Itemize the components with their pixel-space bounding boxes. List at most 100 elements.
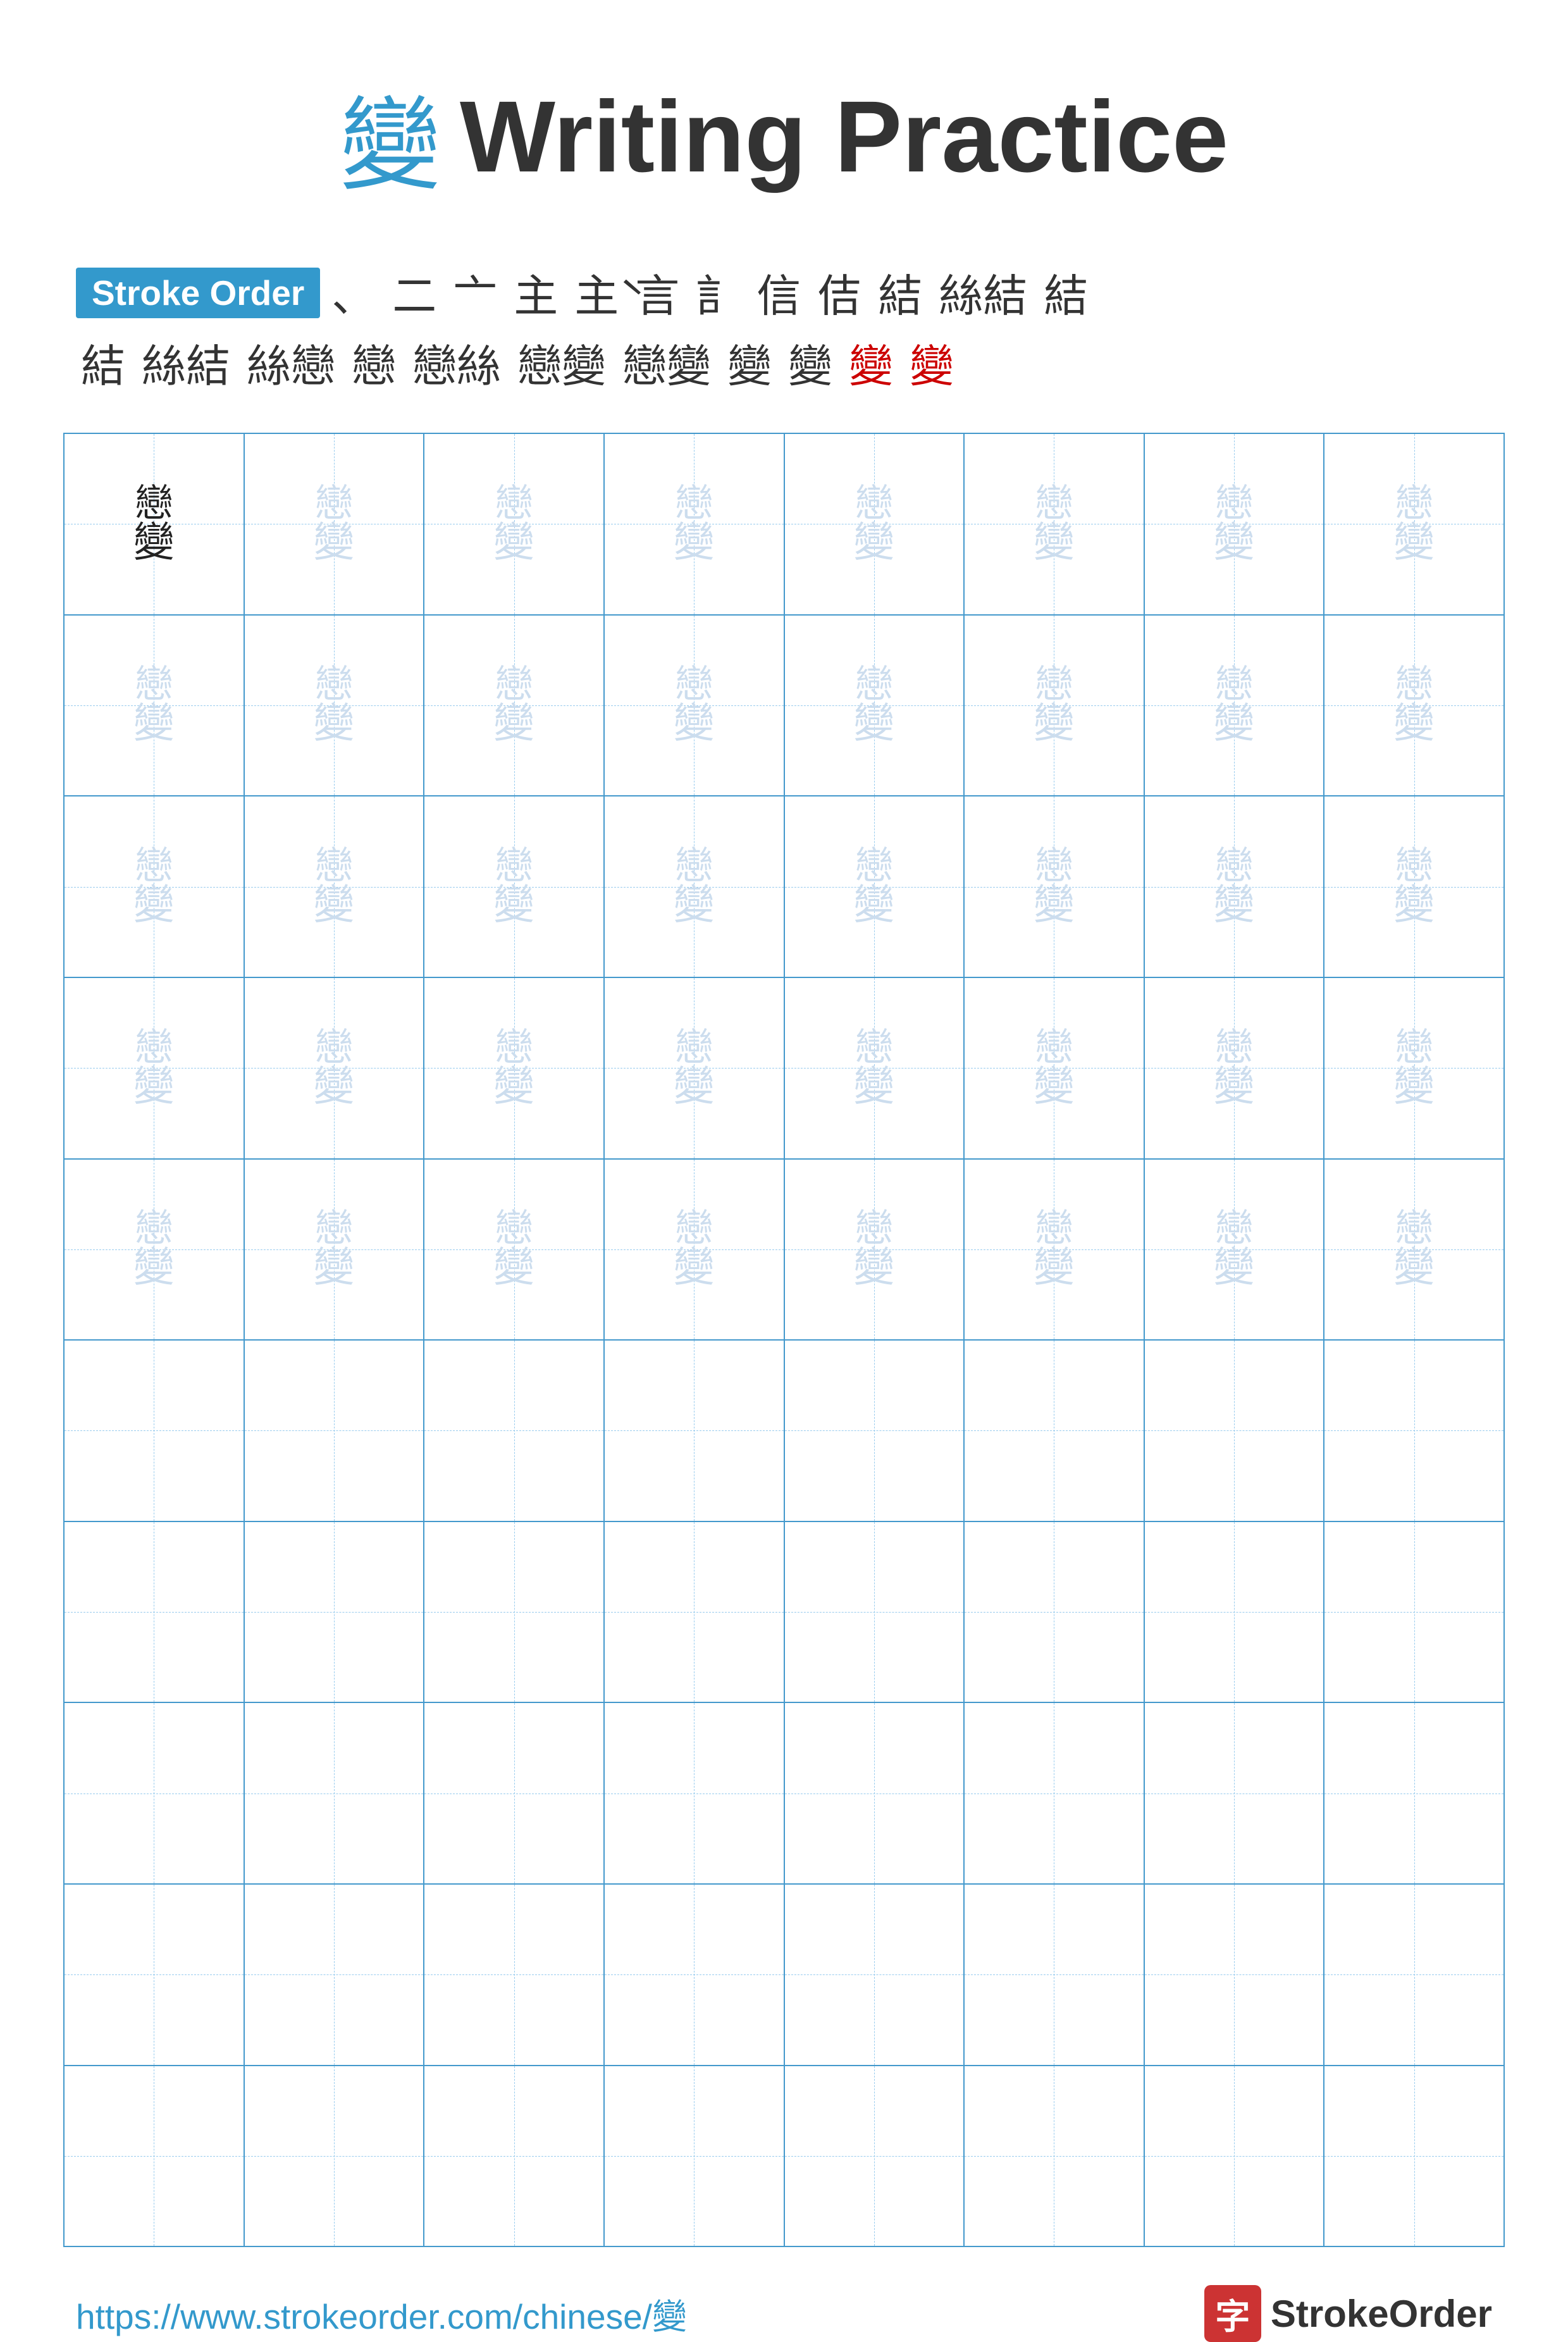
grid-cell-8-6[interactable] xyxy=(965,1703,1145,1883)
grid-cell-1-8[interactable]: 戀 變 xyxy=(1324,434,1503,614)
grid-cell-3-5[interactable]: 戀 變 xyxy=(785,796,965,977)
footer-url[interactable]: https://www.strokeorder.com/chinese/變 xyxy=(76,2288,687,2339)
grid-cell-2-3[interactable]: 戀 變 xyxy=(424,616,605,796)
stroke-14: 絲結 xyxy=(142,331,230,395)
grid-cell-5-2[interactable]: 戀 變 xyxy=(245,1160,425,1340)
grid-cell-8-2[interactable] xyxy=(245,1703,425,1883)
grid-cell-2-6[interactable]: 戀 變 xyxy=(965,616,1145,796)
grid-cell-7-1[interactable] xyxy=(65,1522,245,1702)
cell-bottom-char: 變 xyxy=(1034,523,1075,564)
grid-row-2: 戀 變 戀 變 戀 變 戀 變 xyxy=(65,616,1503,797)
grid-cell-6-4[interactable] xyxy=(605,1341,785,1521)
grid-cell-4-5[interactable]: 戀 變 xyxy=(785,978,965,1158)
grid-cell-4-3[interactable]: 戀 變 xyxy=(424,978,605,1158)
grid-cell-7-3[interactable] xyxy=(424,1522,605,1702)
grid-cell-6-8[interactable] xyxy=(1324,1341,1503,1521)
grid-cell-1-3[interactable]: 戀 變 xyxy=(424,434,605,614)
grid-cell-4-4[interactable]: 戀 變 xyxy=(605,978,785,1158)
stroke-4: 主 xyxy=(514,261,558,325)
grid-cell-6-3[interactable] xyxy=(424,1341,605,1521)
grid-cell-4-1[interactable]: 戀 變 xyxy=(65,978,245,1158)
grid-cell-2-2[interactable]: 戀 變 xyxy=(245,616,425,796)
grid-cell-7-6[interactable] xyxy=(965,1522,1145,1702)
grid-cell-1-4[interactable]: 戀 變 xyxy=(605,434,785,614)
grid-cell-7-4[interactable] xyxy=(605,1522,785,1702)
grid-cell-3-1[interactable]: 戀 變 xyxy=(65,796,245,977)
cell-top-char: 戀 xyxy=(315,485,353,523)
grid-cell-2-5[interactable]: 戀 變 xyxy=(785,616,965,796)
cell-top-char: 戀 xyxy=(1215,485,1253,523)
stroke-2: 二 xyxy=(392,261,436,325)
grid-cell-9-7[interactable] xyxy=(1145,1885,1325,2065)
grid-cell-5-6[interactable]: 戀 變 xyxy=(965,1160,1145,1340)
grid-cell-5-1[interactable]: 戀 變 xyxy=(65,1160,245,1340)
footer-brand: 字 StrokeOrder xyxy=(1204,2285,1492,2342)
grid-row-6 xyxy=(65,1341,1503,1522)
grid-cell-8-1[interactable] xyxy=(65,1703,245,1883)
cell-bottom-char: 變 xyxy=(313,523,354,564)
title-text: Writing Practice xyxy=(460,78,1228,195)
stroke-17: 戀絲 xyxy=(412,331,501,395)
grid-cell-2-8[interactable]: 戀 變 xyxy=(1324,616,1503,796)
grid-cell-6-2[interactable] xyxy=(245,1341,425,1521)
grid-cell-6-1[interactable] xyxy=(65,1341,245,1521)
grid-cell-6-7[interactable] xyxy=(1145,1341,1325,1521)
grid-cell-7-8[interactable] xyxy=(1324,1522,1503,1702)
grid-cell-5-4[interactable]: 戀 變 xyxy=(605,1160,785,1340)
stroke-22: 變 xyxy=(849,331,893,395)
stroke-18: 戀變 xyxy=(517,331,606,395)
grid-cell-9-4[interactable] xyxy=(605,1885,785,2065)
grid-cell-2-7[interactable]: 戀 變 xyxy=(1145,616,1325,796)
grid-cell-8-3[interactable] xyxy=(424,1703,605,1883)
grid-cell-9-3[interactable] xyxy=(424,1885,605,2065)
cell-bottom-char: 變 xyxy=(133,523,175,564)
stroke-order-row-2: 結 絲結 絲戀 戀 戀絲 戀變 戀變 變 變 變 變 xyxy=(76,331,1492,395)
footer: https://www.strokeorder.com/chinese/變 字 … xyxy=(63,2285,1505,2342)
grid-cell-9-6[interactable] xyxy=(965,1885,1145,2065)
grid-cell-6-6[interactable] xyxy=(965,1341,1145,1521)
grid-cell-9-1[interactable] xyxy=(65,1885,245,2065)
grid-cell-5-8[interactable]: 戀 變 xyxy=(1324,1160,1503,1340)
title-area: 變 Writing Practice xyxy=(340,63,1228,210)
grid-cell-3-7[interactable]: 戀 變 xyxy=(1145,796,1325,977)
grid-cell-5-3[interactable]: 戀 變 xyxy=(424,1160,605,1340)
grid-cell-3-2[interactable]: 戀 變 xyxy=(245,796,425,977)
grid-cell-6-5[interactable] xyxy=(785,1341,965,1521)
grid-cell-2-4[interactable]: 戀 變 xyxy=(605,616,785,796)
grid-cell-4-6[interactable]: 戀 變 xyxy=(965,978,1145,1158)
grid-cell-1-1[interactable]: 戀 變 xyxy=(65,434,245,614)
grid-cell-8-5[interactable] xyxy=(785,1703,965,1883)
grid-cell-3-4[interactable]: 戀 變 xyxy=(605,796,785,977)
stroke-20: 變 xyxy=(727,331,772,395)
title-char: 變 xyxy=(340,63,441,210)
grid-cell-3-3[interactable]: 戀 變 xyxy=(424,796,605,977)
grid-cell-1-2[interactable]: 戀 變 xyxy=(245,434,425,614)
grid-cell-7-2[interactable] xyxy=(245,1522,425,1702)
grid-cell-9-8[interactable] xyxy=(1324,1885,1503,2065)
grid-cell-1-7[interactable]: 戀 變 xyxy=(1145,434,1325,614)
grid-cell-8-8[interactable] xyxy=(1324,1703,1503,1883)
cell-bottom-char: 變 xyxy=(1393,523,1435,564)
grid-cell-8-7[interactable] xyxy=(1145,1703,1325,1883)
grid-cell-9-5[interactable] xyxy=(785,1885,965,2065)
grid-cell-7-5[interactable] xyxy=(785,1522,965,1702)
grid-cell-3-6[interactable]: 戀 變 xyxy=(965,796,1145,977)
stroke-3: 亠 xyxy=(453,261,497,325)
grid-cell-4-8[interactable]: 戀 變 xyxy=(1324,978,1503,1158)
cell-top-char: 戀 xyxy=(1395,485,1433,523)
grid-cell-3-8[interactable]: 戀 變 xyxy=(1324,796,1503,977)
grid-cell-5-7[interactable]: 戀 變 xyxy=(1145,1160,1325,1340)
grid-cell-7-7[interactable] xyxy=(1145,1522,1325,1702)
grid-cell-4-2[interactable]: 戀 變 xyxy=(245,978,425,1158)
cell-top-char: 戀 xyxy=(495,485,533,523)
grid-cell-1-6[interactable]: 戀 變 xyxy=(965,434,1145,614)
grid-cell-1-5[interactable]: 戀 變 xyxy=(785,434,965,614)
grid-cell-8-4[interactable] xyxy=(605,1703,785,1883)
grid-cell-4-7[interactable]: 戀 變 xyxy=(1145,978,1325,1158)
grid-cell-5-5[interactable]: 戀 變 xyxy=(785,1160,965,1340)
grid-cell-2-1[interactable]: 戀 變 xyxy=(65,616,245,796)
brand-icon: 字 xyxy=(1204,2285,1261,2342)
grid-cell-9-2[interactable] xyxy=(245,1885,425,2065)
stroke-1: 、 xyxy=(331,261,376,325)
stroke-19: 戀變 xyxy=(622,331,711,395)
